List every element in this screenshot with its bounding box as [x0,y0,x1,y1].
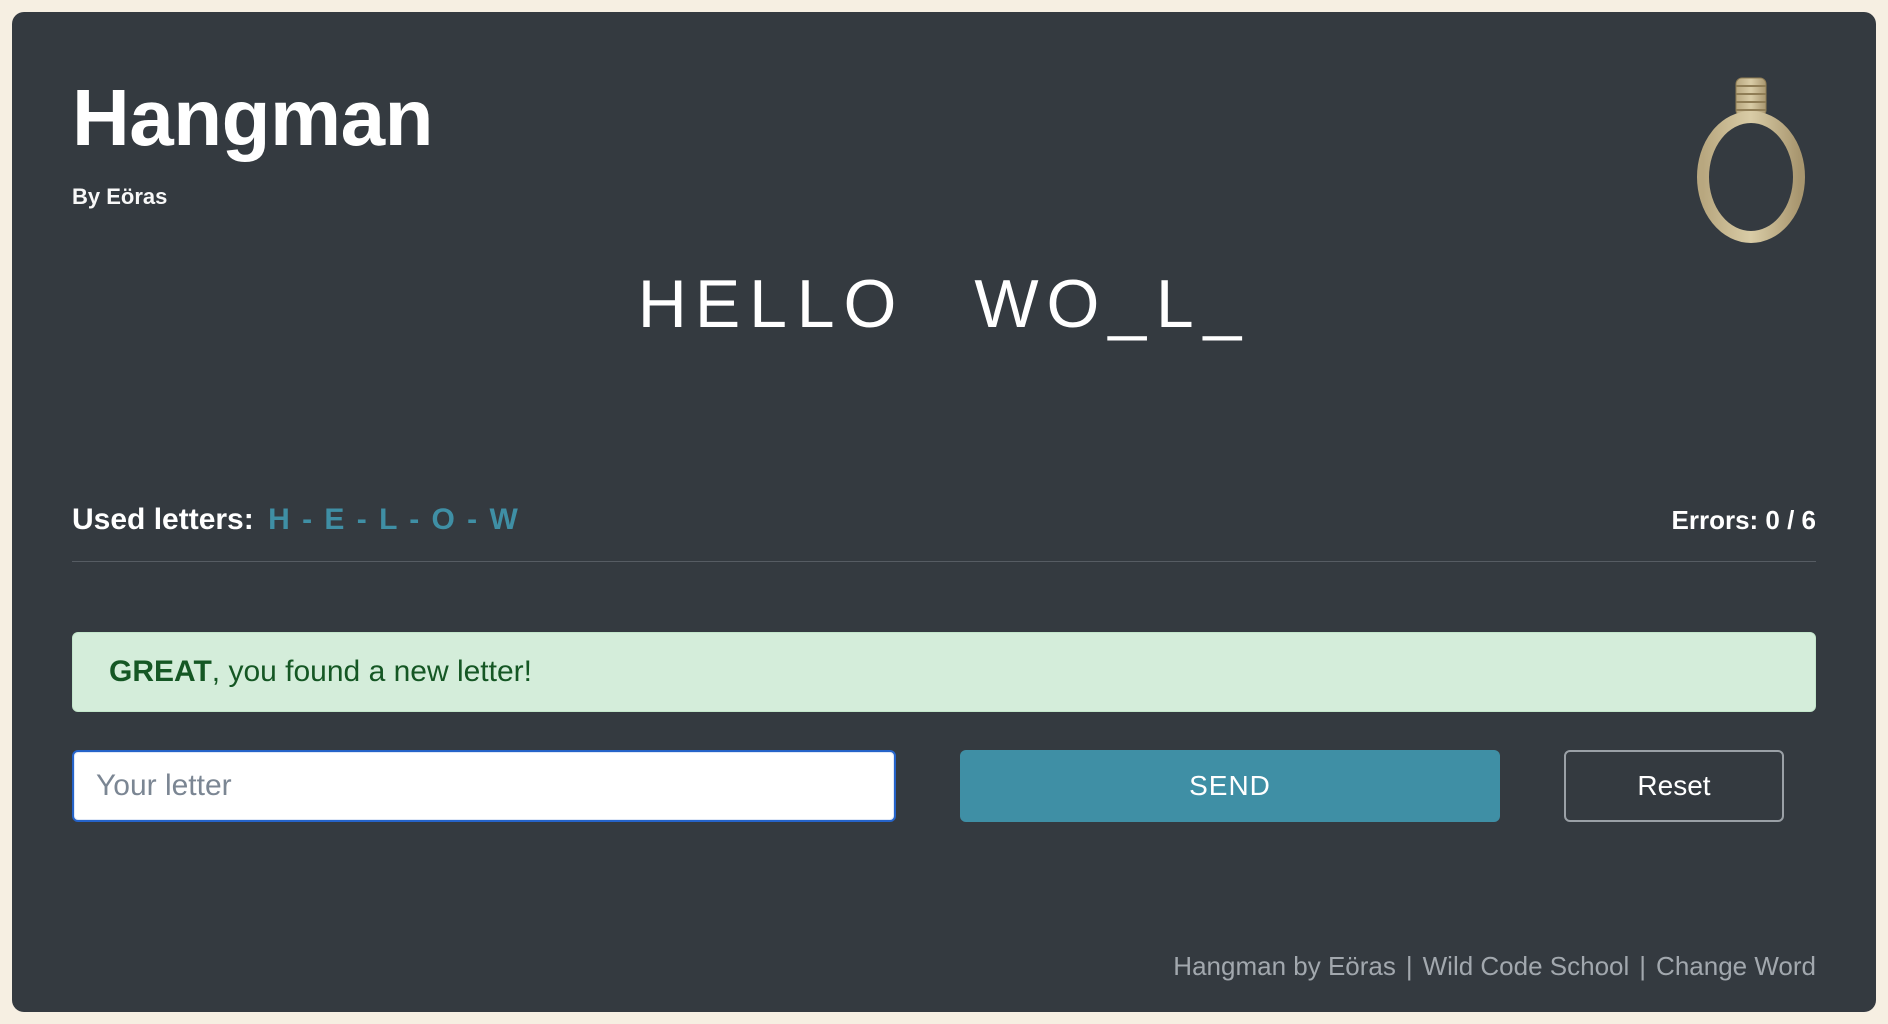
used-letters-label: Used letters: [72,503,254,536]
divider [72,561,1816,562]
change-word-link[interactable]: Change Word [1656,951,1816,982]
alert-rest: , you found a new letter! [212,655,532,688]
footer-sep-2: | [1639,951,1646,982]
footer-sep-1: | [1406,951,1413,982]
letter-slot: H [638,265,695,343]
game-card: Hangman By Eöras HELLOWO_L_ Used letters… [12,12,1876,1012]
letter-slot: L [1155,265,1203,343]
used-letters-value: H - E - L - O - W [268,503,520,536]
used-letters-block: Used letters: H - E - L - O - W [72,503,520,537]
errors-counter: Errors: 0 / 6 [1671,505,1816,536]
send-button[interactable]: SEND [960,750,1500,822]
footer-credit: Hangman by Eöras [1173,951,1396,982]
page-title: Hangman [72,72,1816,164]
letter-slot: O [1047,265,1108,343]
letter-slot: _ [1107,265,1155,343]
letter-slot: E [695,265,748,343]
input-row: SEND Reset [72,750,1816,822]
letter-slot: L [748,265,796,343]
footer-school-link[interactable]: Wild Code School [1423,951,1630,982]
byline: By Eöras [72,184,1816,210]
letter-slot: L [796,265,844,343]
word-display: HELLOWO_L_ [72,265,1816,343]
word-segment: WO_L_ [974,265,1250,343]
alert-strong: GREAT [109,655,212,688]
feedback-alert: GREAT, you found a new letter! [72,632,1816,712]
stats-row: Used letters: H - E - L - O - W Errors: … [72,503,1816,537]
word-segment: HELLO [638,265,905,343]
letter-slot: O [843,265,904,343]
footer: Hangman by Eöras | Wild Code School | Ch… [1173,951,1816,982]
reset-button[interactable]: Reset [1564,750,1784,822]
letter-slot: W [974,265,1046,343]
letter-input[interactable] [72,750,896,822]
letter-slot: _ [1203,265,1251,343]
